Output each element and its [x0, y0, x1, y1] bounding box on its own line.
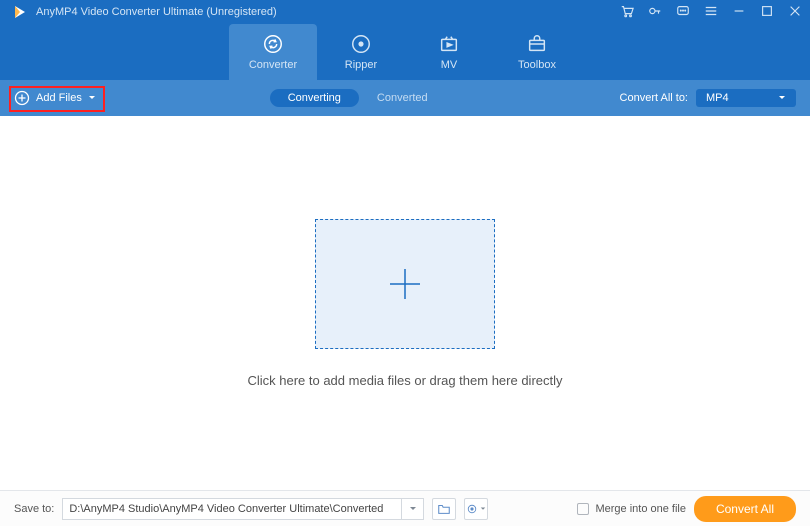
close-icon[interactable]	[788, 4, 802, 18]
plus-circle-icon	[14, 90, 30, 106]
window-controls	[620, 4, 802, 18]
save-to-label: Save to:	[14, 503, 54, 515]
nav-ripper[interactable]: Ripper	[317, 24, 405, 80]
status-tabs: Converting Converted	[96, 89, 620, 107]
minimize-icon[interactable]	[732, 4, 746, 18]
nav-mv[interactable]: MV	[405, 24, 493, 80]
nav-converter[interactable]: Converter	[229, 24, 317, 80]
chevron-down-icon	[778, 94, 786, 102]
tab-converted[interactable]: Converted	[359, 89, 446, 107]
plus-icon	[382, 261, 428, 307]
maximize-icon[interactable]	[760, 4, 774, 18]
chevron-down-icon	[88, 94, 96, 102]
nav-toolbox[interactable]: Toolbox	[493, 24, 581, 80]
convert-all-format: Convert All to: MP4	[620, 89, 796, 107]
menu-icon[interactable]	[704, 4, 718, 18]
merge-label: Merge into one file	[595, 503, 686, 515]
drop-text: Click here to add media files or drag th…	[247, 373, 562, 388]
save-path-field[interactable]: D:\AnyMP4 Studio\AnyMP4 Video Converter …	[62, 498, 402, 520]
footer: Save to: D:\AnyMP4 Studio\AnyMP4 Video C…	[0, 490, 810, 526]
checkbox-icon	[577, 503, 589, 515]
add-files-button[interactable]: Add Files	[14, 90, 96, 106]
header: AnyMP4 Video Converter Ultimate (Unregis…	[0, 0, 810, 80]
dropzone[interactable]	[315, 219, 495, 349]
tab-converting[interactable]: Converting	[270, 89, 359, 107]
convert-all-button[interactable]: Convert All	[694, 496, 796, 522]
add-files-label: Add Files	[36, 92, 82, 104]
settings-button[interactable]	[464, 498, 488, 520]
key-icon[interactable]	[648, 4, 662, 18]
app-logo	[12, 4, 28, 20]
feedback-icon[interactable]	[676, 4, 690, 18]
nav-ripper-label: Ripper	[345, 59, 377, 71]
nav-mv-label: MV	[441, 59, 458, 71]
cart-icon[interactable]	[620, 4, 634, 18]
nav-converter-label: Converter	[249, 59, 297, 71]
main-area: Click here to add media files or drag th…	[0, 116, 810, 490]
save-path-dropdown[interactable]	[402, 498, 424, 520]
toolbar: Add Files Converting Converted Convert A…	[0, 80, 810, 116]
format-value: MP4	[706, 92, 729, 104]
main-nav: Converter Ripper MV Toolbox	[0, 24, 810, 80]
nav-toolbox-label: Toolbox	[518, 59, 556, 71]
merge-checkbox[interactable]: Merge into one file	[577, 503, 686, 515]
open-folder-button[interactable]	[432, 498, 456, 520]
app-title: AnyMP4 Video Converter Ultimate (Unregis…	[36, 6, 277, 18]
format-select[interactable]: MP4	[696, 89, 796, 107]
convert-all-label: Convert All to:	[620, 92, 688, 104]
